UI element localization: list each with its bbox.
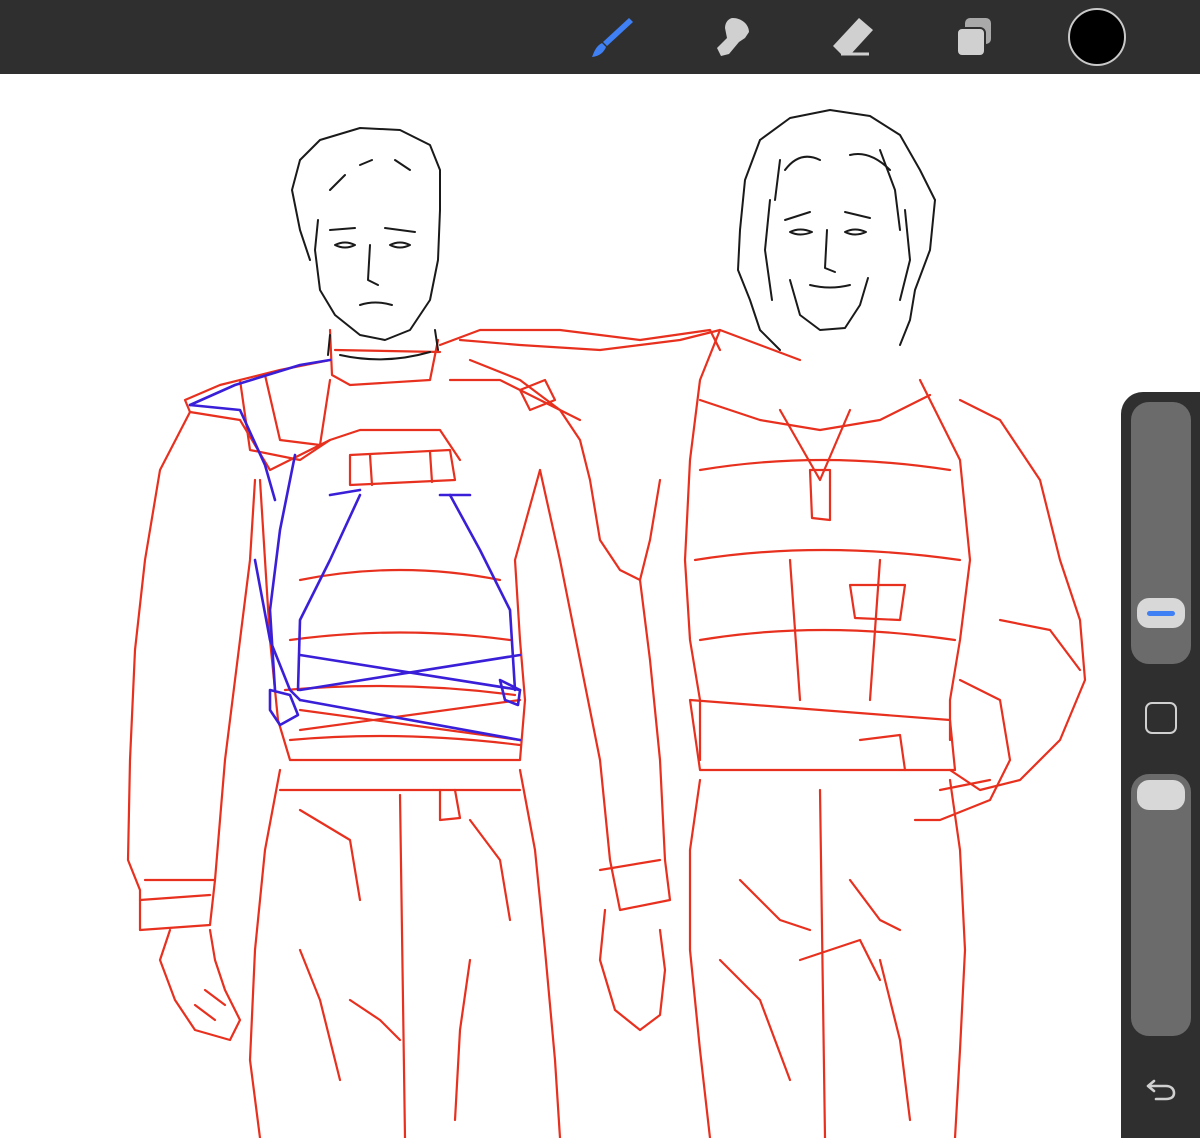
modify-button[interactable] <box>1145 702 1177 734</box>
opacity-slider[interactable] <box>1131 774 1191 1036</box>
sketch-artwork <box>126 109 1087 1138</box>
brush-icon <box>592 18 633 57</box>
eraser-icon <box>833 18 873 56</box>
left-figure-sketch <box>126 328 722 1138</box>
current-color-swatch[interactable] <box>1068 8 1126 66</box>
eraser-tool-button[interactable] <box>826 11 878 63</box>
layers-tool-button[interactable] <box>948 11 1000 63</box>
layers-icon <box>956 18 991 57</box>
opacity-slider-handle[interactable] <box>1137 780 1185 810</box>
size-indicator-bar <box>1147 610 1175 616</box>
top-toolbar <box>0 0 1200 74</box>
sidebar-controls <box>1121 392 1200 1138</box>
undo-icon <box>1146 1079 1176 1101</box>
procreate-app <box>0 0 1200 1138</box>
blue-construction-lines <box>188 358 522 742</box>
drawing-canvas[interactable] <box>0 74 1200 1138</box>
smudge-tool-button[interactable] <box>706 11 758 63</box>
ink-heads <box>291 109 936 361</box>
smudge-icon <box>717 18 749 56</box>
undo-button[interactable] <box>1141 1068 1181 1108</box>
size-slider-handle[interactable] <box>1137 598 1185 628</box>
brush-size-slider[interactable] <box>1131 402 1191 664</box>
right-figure-sketch <box>448 328 1087 1138</box>
brush-tool-button[interactable] <box>586 11 638 63</box>
